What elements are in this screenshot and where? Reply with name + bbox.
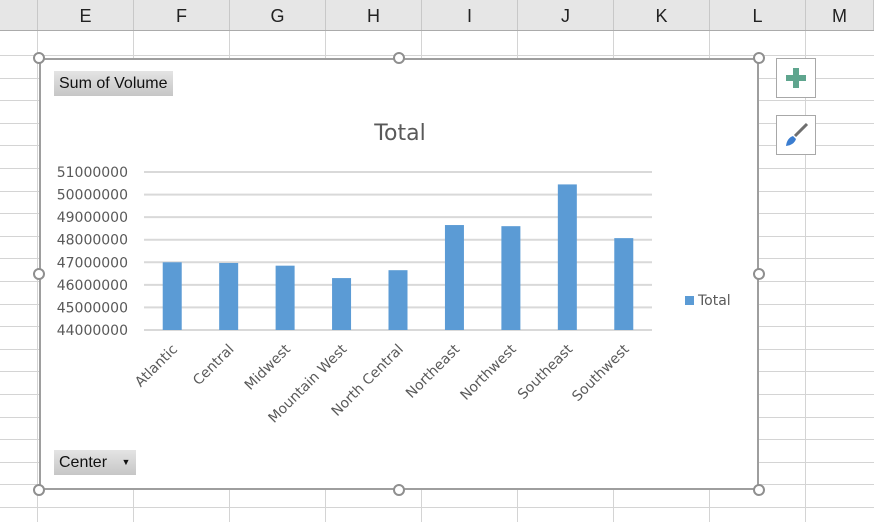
column-header-k[interactable]: K [614, 0, 710, 30]
column-header-f[interactable]: F [134, 0, 230, 30]
column-header-row: EFGHIJKLM [0, 0, 874, 31]
x-tick-label: Northeast [403, 341, 464, 402]
bar-southwest[interactable] [614, 238, 634, 330]
grid-column-line [805, 31, 806, 522]
x-tick-label: Central [190, 342, 237, 389]
column-header-stub [0, 0, 38, 30]
y-axis-ticks: 44000000 45000000 46000000 47000000 48000000… [57, 165, 128, 339]
resize-handle-bottom[interactable] [393, 484, 405, 496]
resize-handle-bottom-left[interactable] [33, 484, 45, 496]
y-tick-label: 48000000 [57, 233, 128, 249]
resize-handle-left[interactable] [33, 268, 45, 280]
resize-handle-bottom-right[interactable] [753, 484, 765, 496]
x-tick-label: Southwest [569, 341, 633, 405]
bar-northwest[interactable] [501, 226, 521, 330]
column-header-m[interactable]: M [806, 0, 874, 30]
x-tick-label: Atlantic [132, 342, 181, 391]
x-tick-label: Midwest [242, 341, 294, 393]
legend-swatch [685, 296, 694, 305]
chart-canvas: Total 44000000 45000000 46000000 47000000 48… [57, 121, 731, 426]
plus-icon [786, 68, 806, 88]
paintbrush-icon [786, 122, 809, 146]
resize-handle-top[interactable] [393, 52, 405, 64]
legend-label: Total [697, 293, 731, 309]
bar-northeast[interactable] [444, 225, 464, 330]
column-header-h[interactable]: H [326, 0, 422, 30]
y-tick-label: 46000000 [57, 278, 128, 294]
value-field-label: Sum of Volume [59, 75, 168, 92]
grid-row-line [0, 55, 874, 56]
x-tick-label: Northwest [457, 341, 520, 404]
value-field-button[interactable]: Sum of Volume [54, 71, 173, 96]
pivot-chart[interactable]: Total 44000000 45000000 46000000 47000000 48… [39, 58, 759, 490]
resize-handle-top-right[interactable] [753, 52, 765, 64]
column-header-g[interactable]: G [230, 0, 326, 30]
y-tick-label: 47000000 [57, 255, 128, 271]
resize-handle-top-left[interactable] [33, 52, 45, 64]
bars [162, 184, 634, 330]
column-header-i[interactable]: I [422, 0, 518, 30]
bar-mountain-west[interactable] [332, 278, 352, 330]
axis-field-button[interactable]: Center ▼ [54, 450, 137, 475]
legend[interactable]: Total [685, 293, 731, 309]
y-tick-label: 50000000 [57, 188, 128, 204]
column-header-e[interactable]: E [38, 0, 134, 30]
bar-atlantic[interactable] [162, 262, 182, 330]
column-header-j[interactable]: J [518, 0, 614, 30]
x-axis-ticks: Atlantic Central MidwestMountain WestNorth… [132, 341, 633, 426]
column-header-l[interactable]: L [710, 0, 806, 30]
y-tick-label: 44000000 [57, 323, 128, 339]
y-tick-label: 45000000 [57, 300, 128, 316]
y-tick-label: 51000000 [57, 165, 128, 181]
dropdown-arrow-icon: ▼ [121, 457, 131, 468]
y-tick-label: 49000000 [57, 210, 128, 226]
grid-row-line [0, 507, 874, 508]
bar-midwest[interactable] [275, 265, 295, 330]
x-tick-label: Southeast [515, 341, 577, 403]
chart-styles-button[interactable] [776, 115, 816, 155]
chart-title[interactable]: Total [373, 121, 425, 146]
axis-field-label: Center [59, 454, 108, 471]
bar-central[interactable] [219, 262, 239, 330]
bar-southeast[interactable] [557, 184, 577, 330]
chart-elements-button[interactable] [776, 58, 816, 98]
bar-north-central[interactable] [388, 270, 408, 330]
resize-handle-right[interactable] [753, 268, 765, 280]
